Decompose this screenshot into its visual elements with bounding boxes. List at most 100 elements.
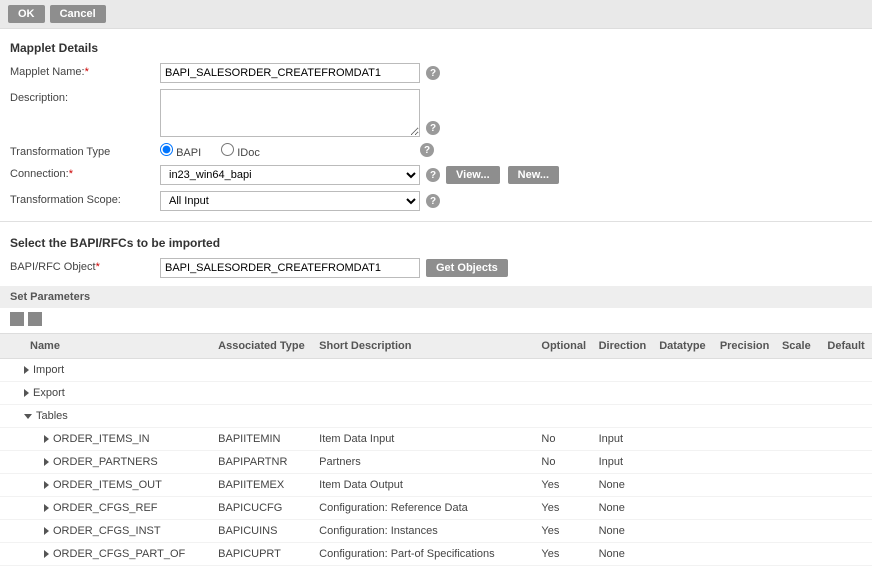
row-short: Partners <box>313 451 535 474</box>
row-name: ORDER_CFGS_PART_OF <box>53 548 185 560</box>
parameters-table: Name Associated Type Short Description O… <box>0 333 872 566</box>
row-assoc: BAPICUPRT <box>212 543 313 566</box>
col-direction: Direction <box>593 334 654 359</box>
col-scale: Scale <box>776 334 821 359</box>
set-parameters-header: Set Parameters <box>0 286 872 308</box>
row-name: ORDER_CFGS_INST <box>53 525 161 537</box>
mapplet-name-label-text: Mapplet Name: <box>10 66 85 78</box>
radio-idoc-label[interactable]: IDoc <box>221 143 260 159</box>
row-short: Configuration: Reference Data <box>313 497 535 520</box>
chevron-right-icon <box>44 527 49 535</box>
col-default: Default <box>821 334 872 359</box>
chevron-right-icon <box>44 504 49 512</box>
radio-idoc-text: IDoc <box>237 147 260 159</box>
row-assoc: BAPICUCFG <box>212 497 313 520</box>
connection-select[interactable]: in23_win64_bapi <box>160 165 420 185</box>
chevron-right-icon <box>24 366 29 374</box>
row-opt: Yes <box>535 520 592 543</box>
transformation-scope-label: Transformation Scope: <box>10 191 160 206</box>
row-short: Item Data Input <box>313 428 535 451</box>
row-name: ORDER_ITEMS_IN <box>53 433 150 445</box>
bapi-rfc-object-label-text: BAPI/RFC Object <box>10 261 96 273</box>
radio-bapi-text: BAPI <box>176 147 201 159</box>
row-short: Item Data Output <box>313 474 535 497</box>
description-label: Description: <box>10 89 160 104</box>
chevron-right-icon <box>44 481 49 489</box>
description-textarea[interactable] <box>160 89 420 137</box>
table-row[interactable]: ORDER_PARTNERS BAPIPARTNRPartnersNoInput <box>0 451 872 474</box>
col-precision: Precision <box>714 334 776 359</box>
divider <box>0 221 872 222</box>
col-name: Name <box>0 334 212 359</box>
cancel-button[interactable]: Cancel <box>50 5 106 23</box>
required-asterisk: * <box>69 168 73 180</box>
bapi-rfc-object-label: BAPI/RFC Object* <box>10 258 160 273</box>
row-assoc: BAPICUINS <box>212 520 313 543</box>
ok-button[interactable]: OK <box>8 5 45 23</box>
group-row-import[interactable]: Import <box>0 359 872 382</box>
row-opt: No <box>535 428 592 451</box>
row-name: ORDER_ITEMS_OUT <box>53 479 162 491</box>
row-opt: Yes <box>535 497 592 520</box>
required-asterisk: * <box>85 66 89 78</box>
chevron-down-icon <box>24 414 32 419</box>
new-button[interactable]: New... <box>508 166 559 184</box>
group-label: Import <box>33 364 64 376</box>
row-dir: None <box>593 543 654 566</box>
group-label: Tables <box>36 410 68 422</box>
mapplet-details-title: Mapplet Details <box>10 41 862 55</box>
col-associated-type: Associated Type <box>212 334 313 359</box>
mapplet-name-label: Mapplet Name:* <box>10 63 160 78</box>
connection-label-text: Connection: <box>10 168 69 180</box>
bapi-rfc-object-input[interactable] <box>160 258 420 278</box>
table-row[interactable]: ORDER_CFGS_REF BAPICUCFGConfiguration: Re… <box>0 497 872 520</box>
table-row[interactable]: ORDER_CFGS_PART_OF BAPICUPRTConfiguration… <box>0 543 872 566</box>
group-label: Export <box>33 387 65 399</box>
required-asterisk: * <box>96 261 100 273</box>
row-assoc: BAPIPARTNR <box>212 451 313 474</box>
row-assoc: BAPIITEMIN <box>212 428 313 451</box>
transformation-scope-select[interactable]: All Input <box>160 191 420 211</box>
row-name: ORDER_PARTNERS <box>53 456 158 468</box>
col-optional: Optional <box>535 334 592 359</box>
row-short: Configuration: Instances <box>313 520 535 543</box>
mapplet-name-input[interactable] <box>160 63 420 83</box>
row-dir: Input <box>593 428 654 451</box>
connection-label: Connection:* <box>10 165 160 180</box>
row-dir: None <box>593 497 654 520</box>
col-short-description: Short Description <box>313 334 535 359</box>
select-bapi-title: Select the BAPI/RFCs to be imported <box>10 236 862 250</box>
row-assoc: BAPIITEMEX <box>212 474 313 497</box>
radio-idoc[interactable] <box>221 143 234 156</box>
radio-bapi[interactable] <box>160 143 173 156</box>
row-dir: None <box>593 520 654 543</box>
col-datatype: Datatype <box>653 334 714 359</box>
radio-bapi-label[interactable]: BAPI <box>160 143 201 159</box>
table-row[interactable]: ORDER_ITEMS_OUT BAPIITEMEXItem Data Outpu… <box>0 474 872 497</box>
row-dir: None <box>593 474 654 497</box>
row-name: ORDER_CFGS_REF <box>53 502 158 514</box>
help-icon[interactable]: ? <box>426 168 440 182</box>
row-short: Configuration: Part-of Specifications <box>313 543 535 566</box>
help-icon[interactable]: ? <box>420 143 434 157</box>
chevron-right-icon <box>44 550 49 558</box>
help-icon[interactable]: ? <box>426 66 440 80</box>
get-objects-button[interactable]: Get Objects <box>426 259 508 277</box>
table-row[interactable]: ORDER_CFGS_INST BAPICUINSConfiguration: I… <box>0 520 872 543</box>
transformation-type-label: Transformation Type <box>10 143 160 158</box>
group-row-tables[interactable]: Tables <box>0 405 872 428</box>
collapse-all-icon[interactable] <box>28 312 42 326</box>
chevron-right-icon <box>44 435 49 443</box>
chevron-right-icon <box>44 458 49 466</box>
row-dir: Input <box>593 451 654 474</box>
view-button[interactable]: View... <box>446 166 500 184</box>
group-row-export[interactable]: Export <box>0 382 872 405</box>
help-icon[interactable]: ? <box>426 194 440 208</box>
chevron-right-icon <box>24 389 29 397</box>
table-row[interactable]: ORDER_ITEMS_IN BAPIITEMINItem Data InputN… <box>0 428 872 451</box>
row-opt: Yes <box>535 543 592 566</box>
expand-all-icon[interactable] <box>10 312 24 326</box>
row-opt: Yes <box>535 474 592 497</box>
row-opt: No <box>535 451 592 474</box>
help-icon[interactable]: ? <box>426 121 440 135</box>
